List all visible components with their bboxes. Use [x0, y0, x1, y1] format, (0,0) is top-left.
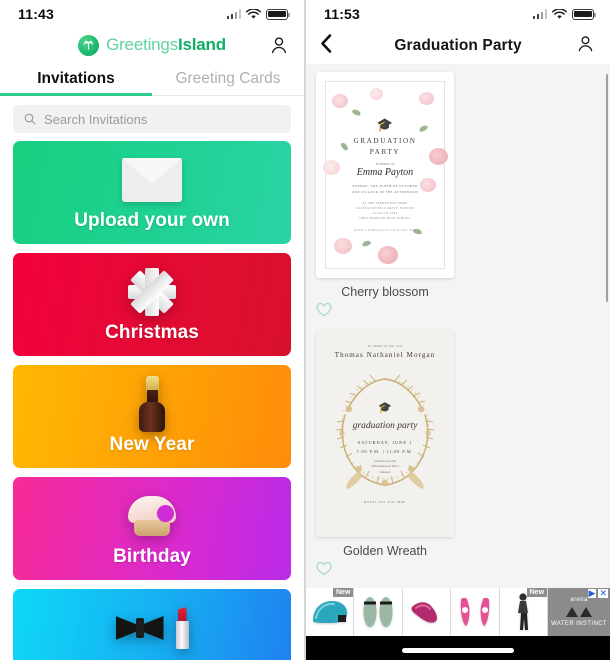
- active-tab-underline: [0, 93, 152, 96]
- ad-controls[interactable]: ▶ ✕: [587, 589, 608, 598]
- ad-banner[interactable]: New New arena WATER INSTINCT ▶ ✕: [306, 588, 610, 660]
- category-tabs: Invitations Greeting Cards: [0, 62, 304, 96]
- app-logo: GreetingsIsland: [78, 34, 226, 56]
- template-honoree: Thomas Nathaniel Morgan: [334, 351, 436, 359]
- ad-new-badge: New: [333, 588, 354, 597]
- template-subheading: in honor of: [375, 161, 395, 167]
- status-icon-group: [226, 8, 290, 20]
- template-name: Cherry blossom: [341, 285, 429, 299]
- ad-brand-name: WATER INSTINCT: [551, 621, 607, 627]
- user-profile-icon[interactable]: [268, 34, 290, 56]
- template-eyebrow: In honor of our son: [368, 344, 402, 348]
- category-card-christmas[interactable]: Christmas: [13, 253, 291, 356]
- template-thumbnail[interactable]: 🎓 GRADUATION PARTY in honor of Emma Payt…: [316, 72, 454, 278]
- category-card-new-year[interactable]: New Year: [13, 365, 291, 468]
- bowtie-lipstick-icon: [13, 597, 291, 659]
- tab-invitations[interactable]: Invitations: [0, 62, 152, 95]
- left-phone-screen: 11:43 GreetingsIsland Invitations Greeti…: [0, 0, 304, 660]
- graduation-cap-icon: 🎓: [378, 402, 392, 415]
- graduation-cap-icon: 🎓: [376, 117, 394, 133]
- snowflake-star-icon: [13, 261, 291, 323]
- status-clock: 11:43: [18, 6, 55, 22]
- heart-outline-icon[interactable]: [316, 303, 454, 322]
- battery-icon: [266, 8, 290, 20]
- champagne-bottle-icon: [13, 373, 291, 435]
- category-card-list: Upload your own Christmas New Year Birth…: [0, 141, 304, 660]
- template-cell-cherry-blossom: 🎓 GRADUATION PARTY in honor of Emma Payt…: [316, 72, 454, 322]
- golden-wreath-illustration: 🎓 graduation party SATURDAY, JUNE 1 7:00…: [329, 363, 441, 491]
- template-date: SATURDAY, JUNE 1: [357, 439, 413, 445]
- envelope-icon: [13, 149, 291, 211]
- category-card-upload[interactable]: Upload your own: [13, 141, 291, 244]
- template-details: SUNDAY, THE NINTH OF OCTOBER ONE O'CLOCK…: [351, 184, 419, 194]
- wifi-icon: [246, 8, 261, 19]
- cupcake-icon: [13, 485, 291, 547]
- ad-brand-block[interactable]: arena WATER INSTINCT ▶ ✕: [548, 588, 610, 636]
- category-card-party[interactable]: [13, 589, 291, 660]
- search-section: Search Invitations: [0, 96, 304, 141]
- category-label: Christmas: [105, 322, 199, 343]
- search-input[interactable]: Search Invitations: [13, 105, 291, 133]
- ad-product-swim-cap[interactable]: New: [306, 588, 355, 636]
- template-thumbnail[interactable]: In honor of our son Thomas Nathaniel Mor…: [316, 331, 454, 537]
- category-label: Upload your own: [74, 210, 230, 231]
- left-status-bar: 11:43: [0, 0, 304, 28]
- search-icon: [24, 113, 36, 125]
- app-brand-bar: GreetingsIsland: [0, 28, 304, 62]
- battery-icon: [572, 8, 596, 20]
- cellular-bars-icon: [532, 9, 547, 19]
- heart-outline-icon[interactable]: [316, 562, 454, 581]
- navigation-bar: Graduation Party: [306, 28, 610, 64]
- cellular-bars-icon: [226, 9, 241, 19]
- template-gallery: 🎓 GRADUATION PARTY in honor of Emma Payt…: [306, 64, 610, 660]
- brand-name-light: Greetings: [106, 35, 178, 54]
- ad-info-icon[interactable]: ▶: [587, 589, 597, 598]
- template-script: graduation party: [352, 420, 418, 431]
- category-label: New Year: [109, 434, 195, 455]
- close-ad-icon[interactable]: ✕: [598, 589, 608, 598]
- template-name: Golden Wreath: [343, 544, 427, 558]
- template-heading: GRADUATION PARTY: [353, 137, 417, 156]
- ad-product-sandals[interactable]: [354, 588, 403, 636]
- ad-product-model[interactable]: New: [500, 588, 549, 636]
- palm-tree-logo-icon: [78, 34, 100, 56]
- category-label: Birthday: [113, 546, 191, 567]
- status-icon-group: [532, 8, 596, 20]
- ad-brand-short: arena: [570, 597, 588, 603]
- search-placeholder: Search Invitations: [44, 111, 148, 127]
- status-clock: 11:53: [324, 6, 361, 22]
- brand-name-bold: Island: [177, 35, 226, 54]
- template-rsvp: RSVP: 555 456 7890: [364, 500, 406, 504]
- home-indicator: [402, 648, 514, 653]
- ad-product-goggles[interactable]: [403, 588, 452, 636]
- template-rsvp: RSVP to Emma@email.com by June 30th: [354, 228, 416, 232]
- arena-logo-icon: [566, 607, 593, 617]
- brand-wordmark: GreetingsIsland: [106, 35, 226, 55]
- template-time: 7:00 P.M. | 11:00 P.M.: [356, 448, 414, 454]
- gallery-scrollbar[interactable]: [605, 74, 608, 302]
- ad-product-strip: New New arena WATER INSTINCT ▶ ✕: [306, 588, 610, 636]
- right-phone-screen: 11:53 Graduation Party 🎓 GRADUATION PART…: [306, 0, 610, 660]
- page-title: Graduation Party: [394, 37, 522, 54]
- dual-screenshot-container: 11:43 GreetingsIsland Invitations Greeti…: [0, 0, 610, 660]
- template-venue: AT THE TEMPLETON HOME 492 BEACON HILL DR…: [355, 200, 415, 221]
- tab-greeting-cards[interactable]: Greeting Cards: [152, 62, 304, 95]
- ad-product-swimsuit[interactable]: [451, 588, 500, 636]
- back-chevron-icon[interactable]: [319, 34, 334, 59]
- wifi-icon: [552, 8, 567, 19]
- user-profile-icon[interactable]: [575, 33, 596, 59]
- right-status-bar: 11:53: [306, 0, 610, 28]
- ad-new-badge: New: [526, 588, 548, 597]
- template-venue: Greenwood Club 158 Greenwood Drive Oakla…: [370, 459, 400, 474]
- category-card-birthday[interactable]: Birthday: [13, 477, 291, 580]
- template-honoree: Emma Payton: [356, 167, 414, 179]
- template-cell-golden-wreath: In honor of our son Thomas Nathaniel Mor…: [316, 331, 454, 581]
- template-grid: 🎓 GRADUATION PARTY in honor of Emma Payt…: [316, 72, 600, 660]
